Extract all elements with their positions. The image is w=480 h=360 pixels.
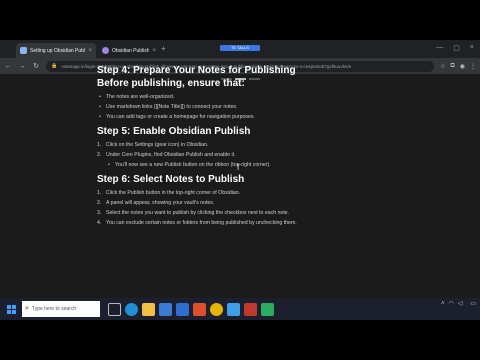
extensions-icon[interactable]: ⧉ (450, 63, 454, 70)
close-window-button[interactable]: × (470, 44, 474, 52)
app-icon[interactable] (261, 302, 274, 316)
article-content: Step 4: Prepare Your Notes for Publishin… (97, 64, 397, 228)
app-icon[interactable] (244, 302, 257, 316)
window-controls: — ▢ × (436, 44, 474, 52)
obsidian-favicon-icon (102, 47, 109, 54)
start-button[interactable] (0, 298, 22, 320)
browser-tab-bar: Setting up Obsidian Publish wi × Obsidia… (0, 40, 480, 58)
back-arrow-icon[interactable]: ← (4, 63, 12, 70)
tab-close-icon[interactable]: × (152, 48, 156, 54)
toolbar-icons: ☆ ⧉ ◉ ⋮ (440, 63, 476, 70)
tab-obsidian-setup[interactable]: Setting up Obsidian Publish wi × (16, 43, 96, 58)
search-placeholder: Type here to search (31, 306, 77, 312)
step4-heading: Step 4: Prepare Your Notes for Publishin… (97, 65, 296, 76)
mail-icon[interactable] (176, 302, 189, 316)
list-item: 2. Under Core Plugins, find Obsidian Publ… (97, 152, 236, 158)
site-favicon-icon (20, 47, 27, 54)
step5-list: 1. Click on the Settings (gear icon) in O… (97, 140, 397, 170)
sub-list-item: You'll now see a new Publish button on t… (97, 160, 397, 170)
list-item: 1. Click the Publish button in the top-ri… (97, 190, 241, 196)
step5-heading: Step 5: Enable Obsidian Publish (97, 126, 251, 137)
windows-taskbar: ⌕ Type here to search ˄ ◠ ◁ ▭ (0, 298, 480, 320)
task-view-icon[interactable] (108, 302, 121, 316)
step6-list: 1. Click the Publish button in the top-ri… (97, 188, 397, 228)
photos-icon[interactable] (227, 302, 240, 316)
maximize-button[interactable]: ▢ (453, 44, 460, 52)
tab-obsidian-publish[interactable]: Obsidian Publish × (98, 43, 160, 58)
list-item: 4. You can exclude certain notes or folde… (97, 220, 297, 226)
office-icon[interactable] (193, 302, 206, 316)
profile-icon[interactable]: ◉ (460, 63, 465, 70)
menu-icon[interactable]: ⋮ (470, 63, 476, 70)
list-item: You can add tags or create a homepage fo… (97, 112, 397, 122)
lock-icon: 🔒 (51, 63, 58, 69)
list-item: 1. Click on the Settings (gear icon) in O… (97, 142, 209, 148)
step4-subheading: Before publishing, ensure that: (97, 78, 245, 89)
windows-logo-icon (6, 304, 16, 314)
store-icon[interactable] (159, 302, 172, 316)
taskbar-apps (108, 302, 274, 316)
recording-title: TE TALLS (220, 45, 260, 51)
list-item: 2. A panel will appear, showing your vaul… (97, 200, 215, 206)
list-item: Use markdown links ([[Note Title]]) to c… (97, 102, 397, 112)
taskbar-search-box[interactable]: ⌕ Type here to search (22, 301, 100, 317)
network-icon[interactable]: ◠ (448, 300, 453, 307)
search-icon: ⌕ (25, 305, 29, 312)
new-tab-button[interactable]: + (161, 44, 166, 53)
list-item: 3. Select the notes you want to publish b… (97, 210, 290, 216)
notification-icon[interactable]: ▭ (470, 300, 476, 307)
star-icon[interactable]: ☆ (440, 63, 445, 70)
volume-icon[interactable]: ◁ (458, 300, 463, 307)
reload-icon[interactable]: ↻ (32, 62, 40, 70)
step6-heading: Step 6: Select Notes to Publish (97, 174, 245, 185)
forward-arrow-icon[interactable]: → (18, 63, 26, 70)
step4-list: The notes are well-organized. Use markdo… (97, 92, 397, 122)
tab-title: Obsidian Publish (112, 47, 150, 54)
list-item: The notes are well-organized. (97, 92, 397, 102)
minimize-button[interactable]: — (436, 44, 443, 52)
tab-title: Setting up Obsidian Publish wi (30, 47, 85, 54)
tray-chevron-icon[interactable]: ˄ (441, 301, 445, 307)
file-explorer-icon[interactable] (142, 302, 155, 316)
system-tray: ˄ ◠ ◁ ▭ (441, 300, 476, 308)
edge-icon[interactable] (125, 302, 138, 316)
chrome-icon[interactable] (210, 302, 223, 316)
tab-close-icon[interactable]: × (88, 48, 92, 54)
